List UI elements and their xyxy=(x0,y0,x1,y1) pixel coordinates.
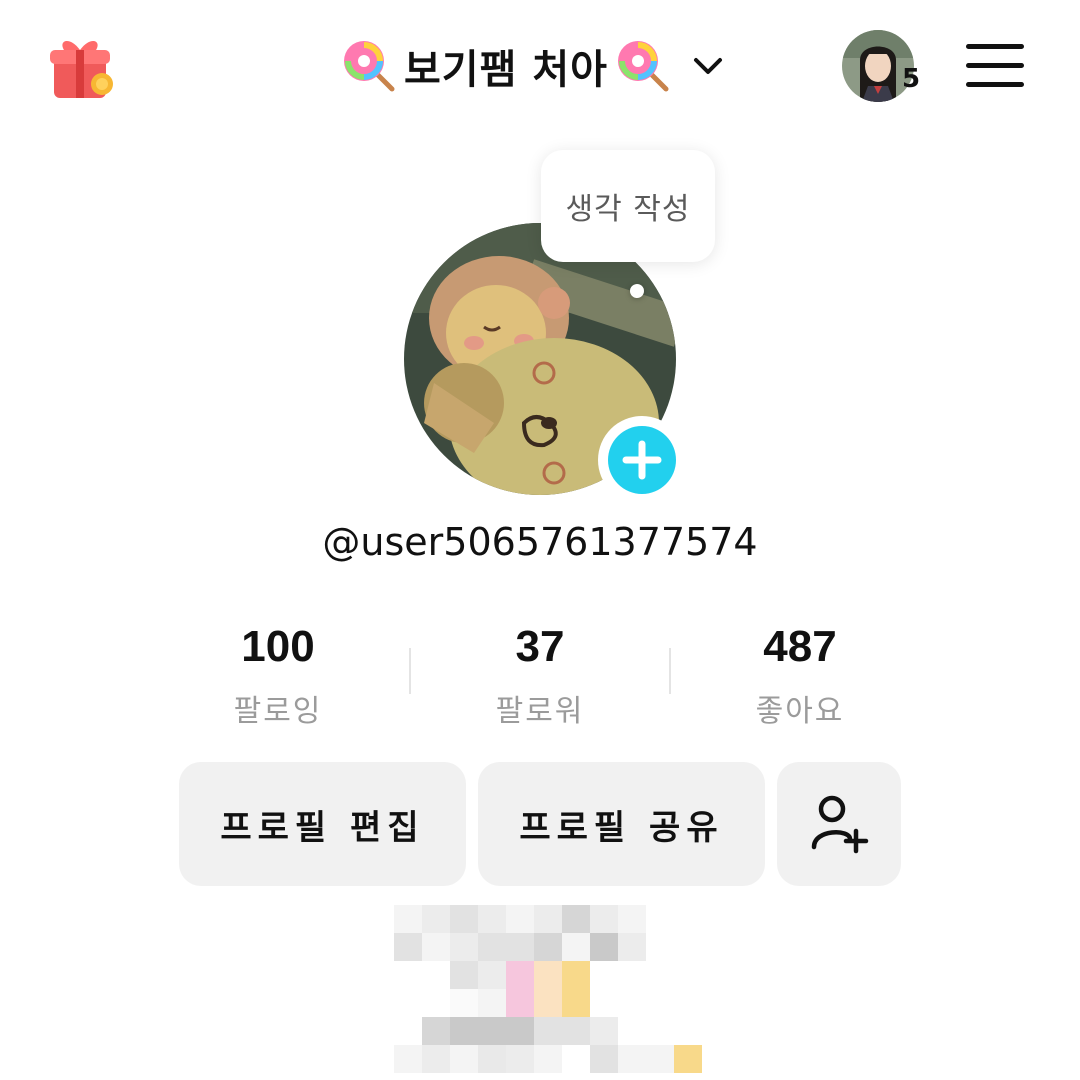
mosaic-block xyxy=(478,1017,506,1045)
mosaic-block xyxy=(506,933,534,961)
mosaic-block xyxy=(674,1045,702,1073)
thought-bubble-label: 생각 작성 xyxy=(565,192,691,227)
mosaic-block xyxy=(618,1045,646,1073)
mosaic-block xyxy=(562,1045,590,1073)
add-friend-icon xyxy=(811,795,869,854)
likes-label: 좋아요 xyxy=(755,694,845,729)
mosaic-block xyxy=(450,961,478,989)
mosaic-block xyxy=(534,933,562,961)
mosaic-block xyxy=(590,1017,618,1045)
username: @user5065761377574 xyxy=(322,520,758,564)
mosaic-block xyxy=(562,905,590,933)
mosaic-block xyxy=(506,905,534,933)
mosaic-block xyxy=(422,1017,450,1045)
mosaic-block xyxy=(646,989,674,1017)
stat-divider xyxy=(409,648,411,694)
mosaic-block xyxy=(534,961,562,989)
mosaic-block xyxy=(478,1045,506,1073)
mosaic-block xyxy=(534,905,562,933)
gift-icon xyxy=(50,40,113,98)
mosaic-block xyxy=(394,933,422,961)
mosaic-block xyxy=(506,1045,534,1073)
mosaic-block xyxy=(646,1017,674,1045)
mosaic-block xyxy=(646,1045,674,1073)
mosaic-block xyxy=(534,989,562,1017)
mosaic-block xyxy=(674,1017,702,1045)
followers-label: 팔로워 xyxy=(495,694,585,729)
mosaic-block xyxy=(646,961,674,989)
mosaic-block xyxy=(674,961,702,989)
mosaic-block xyxy=(618,933,646,961)
mosaic-block xyxy=(674,989,702,1017)
mosaic-block xyxy=(394,989,422,1017)
mosaic-block xyxy=(590,961,618,989)
mosaic-block xyxy=(450,1017,478,1045)
mosaic-block xyxy=(562,961,590,989)
mosaic-block xyxy=(478,989,506,1017)
account-switcher[interactable]: 보기팸 처아 xyxy=(340,30,728,102)
edit-profile-button[interactable]: 프로필 편집 xyxy=(179,762,466,886)
following-label: 팔로잉 xyxy=(233,694,323,729)
add-story-button[interactable] xyxy=(598,416,686,504)
mosaic-block xyxy=(422,961,450,989)
mosaic-block xyxy=(506,1017,534,1045)
followers-count: 37 xyxy=(515,622,565,671)
mosaic-block xyxy=(450,989,478,1017)
mosaic-block xyxy=(394,961,422,989)
mosaic-block xyxy=(562,933,590,961)
mosaic-block xyxy=(562,1017,590,1045)
mosaic-block xyxy=(590,933,618,961)
mosaic-block xyxy=(534,1017,562,1045)
pixelated-content xyxy=(394,905,704,1080)
mosaic-block xyxy=(646,933,674,961)
mosaic-block xyxy=(590,1045,618,1073)
mosaic-block xyxy=(422,933,450,961)
plus-icon xyxy=(608,426,676,494)
mosaic-block xyxy=(422,989,450,1017)
mosaic-block xyxy=(674,933,702,961)
mosaic-block xyxy=(450,1045,478,1073)
mosaic-block xyxy=(478,905,506,933)
mosaic-block xyxy=(618,905,646,933)
share-profile-button[interactable]: 프로필 공유 xyxy=(478,762,765,886)
menu-button[interactable] xyxy=(966,44,1026,88)
likes-count: 487 xyxy=(763,622,837,671)
mosaic-block xyxy=(506,961,534,989)
lollipop-icon xyxy=(617,41,669,92)
stat-divider xyxy=(669,648,671,694)
account-title: 보기팸 처아 xyxy=(404,47,608,93)
mosaic-block xyxy=(478,961,506,989)
mosaic-block xyxy=(394,1017,422,1045)
edit-profile-label: 프로필 편집 xyxy=(220,807,425,848)
mosaic-block xyxy=(590,905,618,933)
mosaic-block xyxy=(618,989,646,1017)
mosaic-block xyxy=(422,1045,450,1073)
mosaic-block xyxy=(394,905,422,933)
stat-followers[interactable]: 37 팔로워 xyxy=(420,622,660,730)
add-friend-button[interactable] xyxy=(777,762,901,886)
notification-count: 5 xyxy=(902,64,921,94)
thought-bubble[interactable]: 생각 작성 xyxy=(541,150,715,262)
mosaic-block xyxy=(394,1045,422,1073)
mosaic-block xyxy=(646,905,674,933)
mosaic-block xyxy=(450,933,478,961)
mosaic-block xyxy=(422,905,450,933)
mosaic-block xyxy=(590,989,618,1017)
mosaic-block xyxy=(562,989,590,1017)
thought-bubble-tail xyxy=(630,284,644,298)
following-count: 100 xyxy=(241,622,315,671)
mosaic-block xyxy=(534,1045,562,1073)
mosaic-block xyxy=(506,989,534,1017)
mosaic-block xyxy=(674,905,702,933)
lollipop-icon xyxy=(344,41,395,92)
stat-following[interactable]: 100 팔로잉 xyxy=(158,622,398,730)
mosaic-block xyxy=(618,1017,646,1045)
mosaic-block xyxy=(478,933,506,961)
gift-button[interactable] xyxy=(44,32,116,104)
stat-likes[interactable]: 487 좋아요 xyxy=(680,622,920,730)
mosaic-block xyxy=(450,905,478,933)
chevron-down-icon xyxy=(693,58,722,74)
mosaic-block xyxy=(618,961,646,989)
share-profile-label: 프로필 공유 xyxy=(519,807,724,848)
